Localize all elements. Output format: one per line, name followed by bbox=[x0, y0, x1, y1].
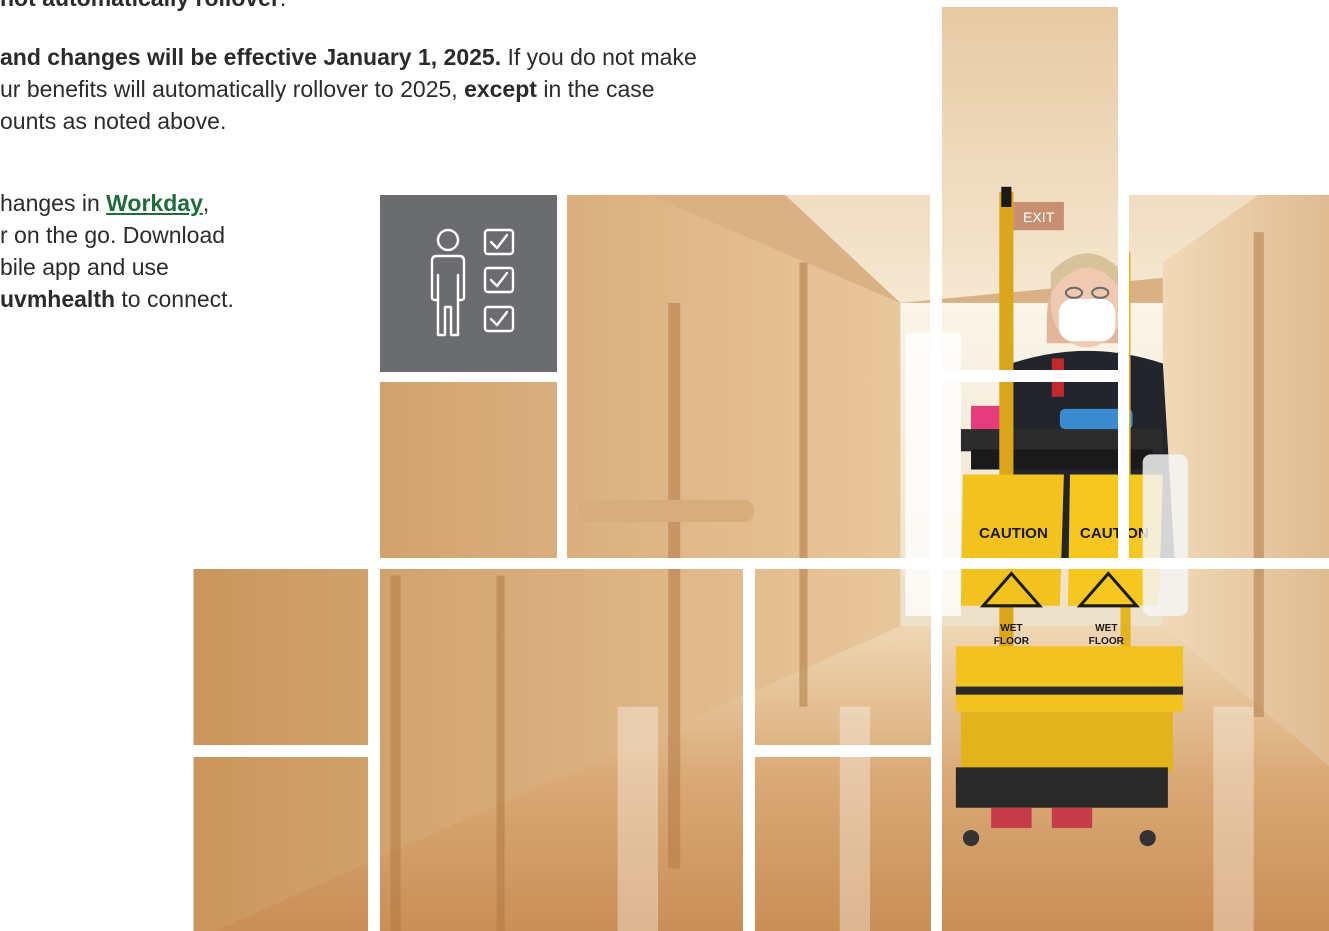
photo-tile bbox=[192, 569, 368, 745]
paragraph-line: and changes will be effective January 1,… bbox=[0, 44, 697, 70]
effective-date-paragraph: and changes will be effective January 1,… bbox=[0, 41, 697, 137]
paragraph-line: r on the go. Download bbox=[0, 222, 226, 248]
hallway-photo bbox=[192, 757, 368, 931]
photo-tile bbox=[380, 569, 743, 931]
hallway-photo bbox=[192, 569, 368, 745]
photo-tile bbox=[755, 757, 931, 931]
person-checklist-icon bbox=[430, 228, 515, 337]
photo-tile bbox=[380, 382, 557, 558]
photo-tile bbox=[942, 7, 1118, 370]
photo-tile bbox=[942, 382, 1118, 558]
hallway-photo bbox=[1129, 195, 1329, 558]
benefits-icon-tile bbox=[380, 195, 557, 372]
hallway-photo bbox=[755, 569, 931, 745]
paragraph-line: uvmhealth to connect. bbox=[0, 286, 234, 312]
paragraph-line: ounts as noted above. bbox=[0, 108, 227, 134]
photo-tile bbox=[942, 569, 1329, 931]
hallway-photo bbox=[942, 7, 1118, 370]
photo-tile bbox=[1129, 195, 1329, 558]
paragraph-line: hanges in Workday, bbox=[0, 190, 210, 216]
photo-tile bbox=[5, 757, 181, 931]
photo-tile bbox=[755, 569, 931, 745]
hallway-photo bbox=[380, 382, 557, 558]
hallway-photo bbox=[5, 757, 181, 931]
photo-tile bbox=[192, 757, 368, 931]
workday-link[interactable]: Workday bbox=[106, 190, 203, 216]
hallway-photo bbox=[942, 569, 1329, 931]
hallway-photo bbox=[755, 757, 931, 931]
paragraph-line: bile app and use bbox=[0, 254, 169, 280]
rollover-note: not automatically rollover. bbox=[0, 0, 286, 14]
rollover-note-bold: not automatically rollover bbox=[0, 0, 280, 11]
paragraph-line: ur benefits will automatically rollover … bbox=[0, 76, 655, 102]
photo-tile bbox=[567, 195, 930, 558]
workday-paragraph: hanges in Workday, r on the go. Download… bbox=[0, 187, 234, 315]
hallway-photo bbox=[942, 382, 1118, 558]
hallway-photo bbox=[380, 569, 743, 931]
hallway-photo bbox=[567, 195, 930, 558]
